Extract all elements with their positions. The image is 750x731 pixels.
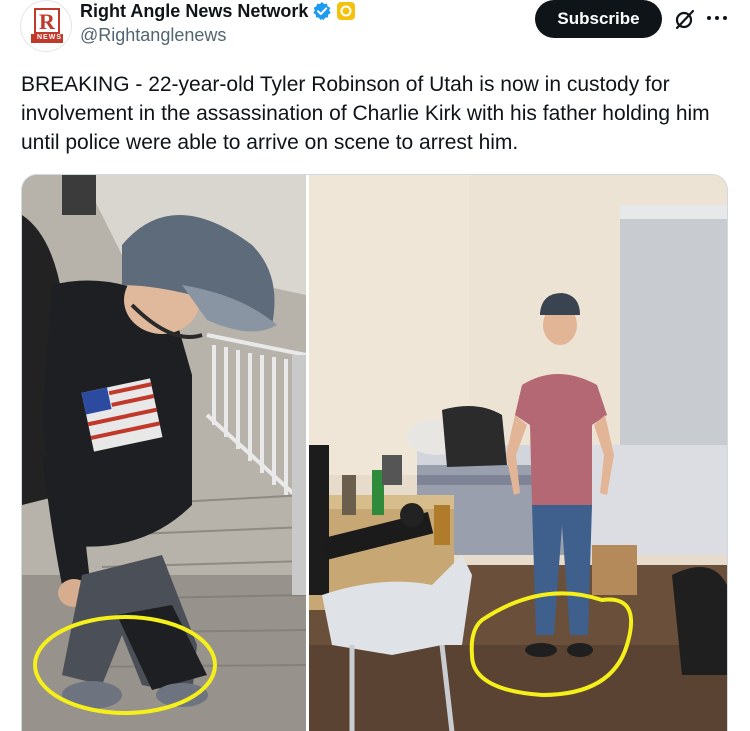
subscribe-button[interactable]: Subscribe [535, 0, 662, 38]
verified-badge-icon[interactable] [312, 1, 332, 21]
svg-text:R: R [39, 9, 56, 34]
more-horizontal-icon[interactable] [704, 8, 730, 28]
account-avatar[interactable]: R R NEWS [20, 0, 72, 52]
tweet-post: R R NEWS Right Angle News Network @Right… [0, 0, 750, 731]
display-name[interactable]: Right Angle News Network [80, 0, 308, 22]
grok-slash-circle-icon[interactable] [673, 7, 697, 31]
affiliate-badge-icon[interactable] [336, 1, 356, 21]
account-handle[interactable]: @Rightanglenews [80, 24, 226, 46]
tweet-text: BREAKING - 22-year-old Tyler Robinson of… [21, 73, 710, 154]
photo-left-stairwell [22, 175, 308, 731]
photo-right-dorm-room [309, 175, 727, 731]
tweet-media[interactable] [21, 174, 728, 731]
display-name-line: Right Angle News Network [80, 0, 356, 22]
avatar-logo-subtext: NEWS [37, 34, 62, 41]
